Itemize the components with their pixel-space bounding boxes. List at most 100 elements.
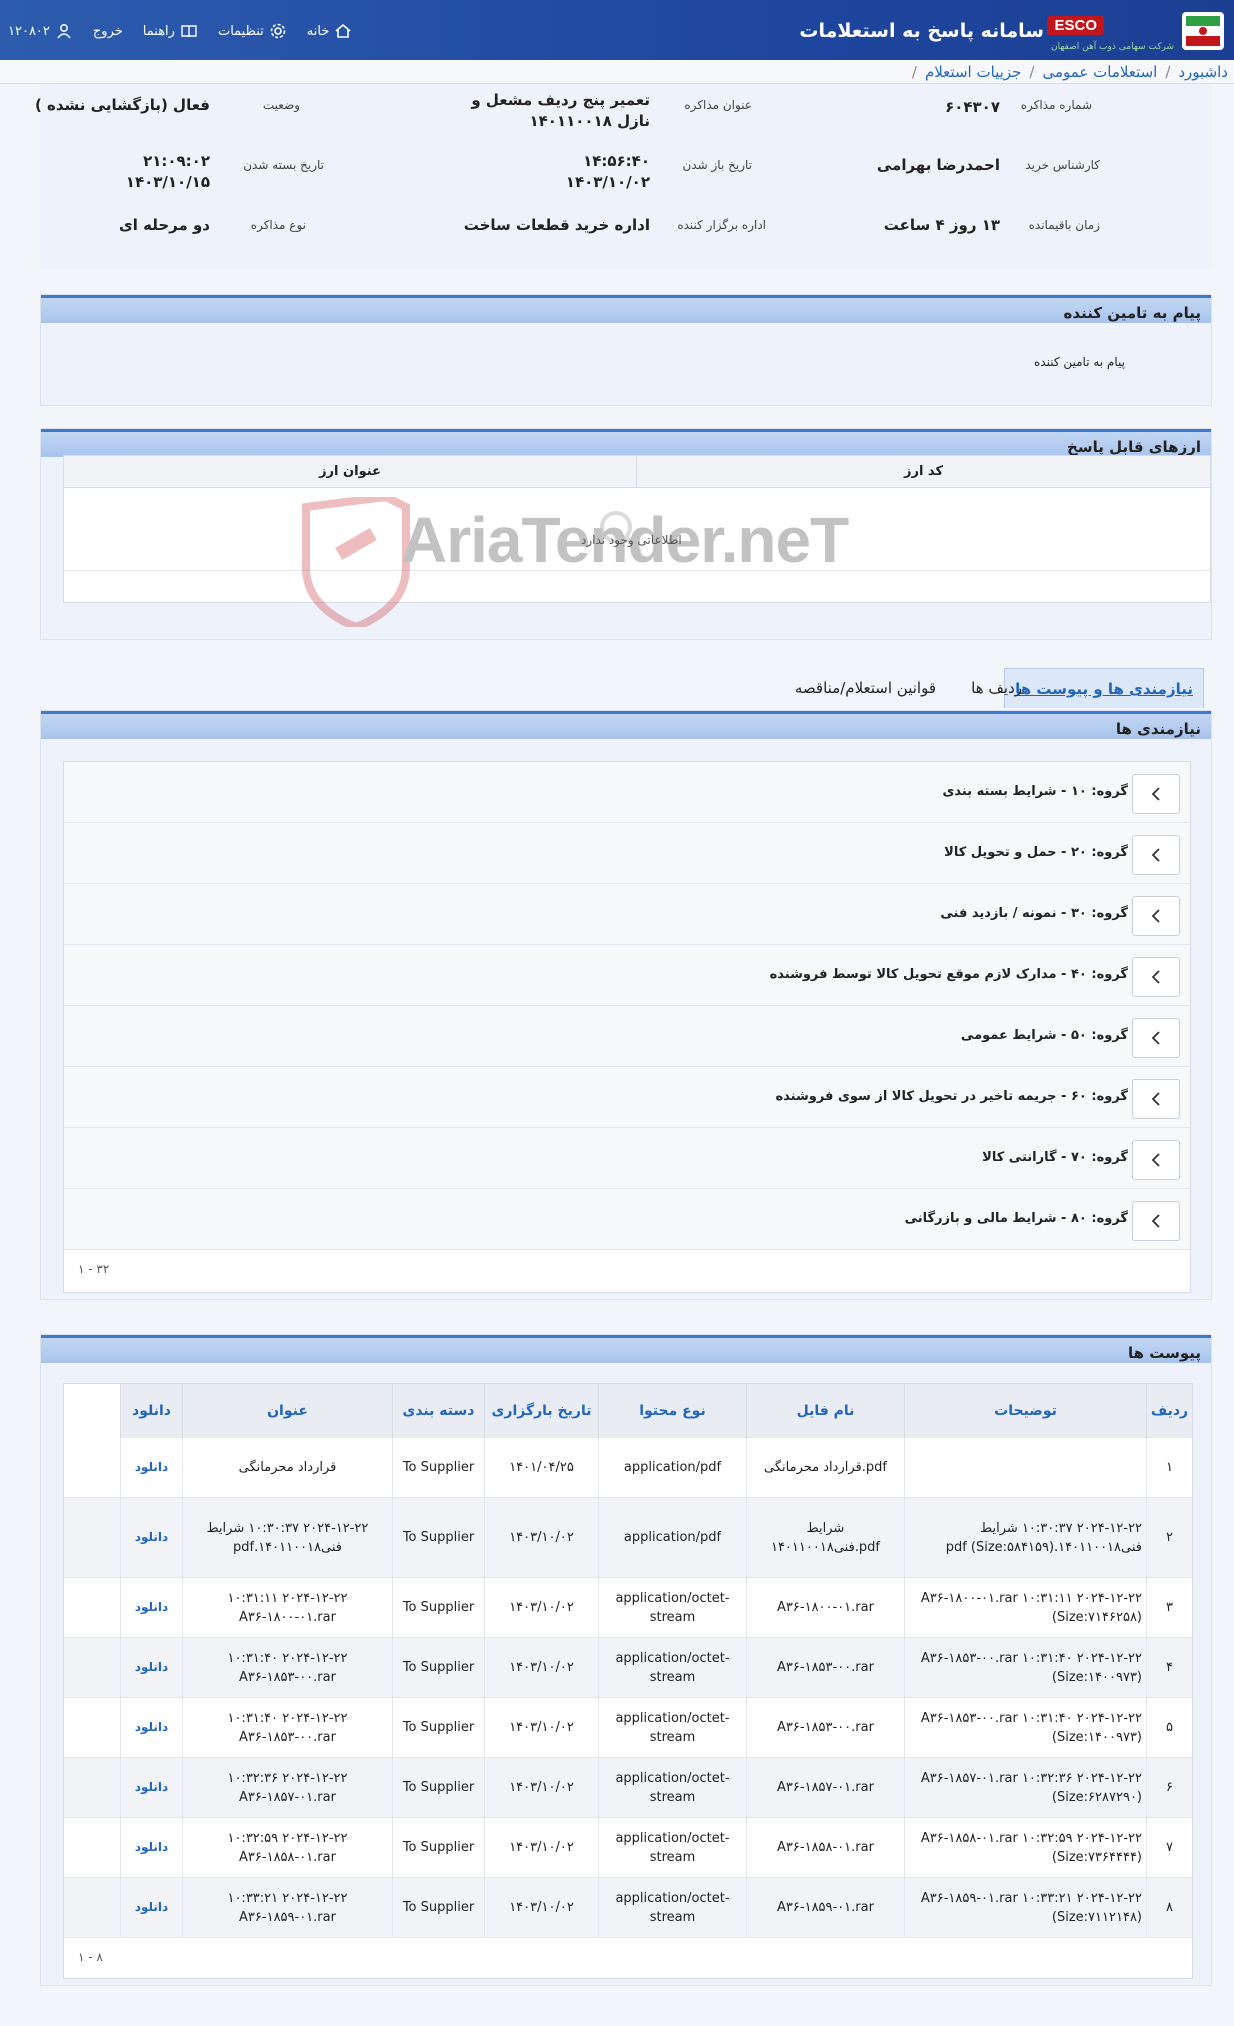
gear-icon [270, 23, 286, 39]
download-link[interactable]: دانلود [135, 1598, 168, 1617]
expand-group-button[interactable] [1132, 835, 1180, 875]
tab-needs-attachments[interactable]: نیازمندی ها و پیوست ها [1004, 668, 1204, 708]
col-row-header[interactable]: ردیف [1146, 1384, 1192, 1438]
user-id-label: ۱۲۰۸۰۲ [8, 23, 50, 39]
group-label: گروه: ۵۰ - شرایط عمومی [960, 1028, 1128, 1043]
download-cell: دانلود [120, 1818, 182, 1877]
category-cell: To Supplier [402, 1600, 475, 1615]
nav-settings-label: تنظیمات [217, 23, 264, 39]
filename-cell: شرایط فنی۱۴۰۱۱۰۰۱۸.pdf [770, 1520, 881, 1555]
remaining-value: ۱۳ روز ۴ ساعت [883, 216, 1000, 234]
category-cell: To Supplier [392, 1438, 484, 1497]
category-cell: To Supplier [402, 1460, 475, 1475]
category-cell: To Supplier [402, 1780, 475, 1795]
chevron-left-icon [1151, 909, 1160, 923]
currency-code-header[interactable]: کد ارز [636, 456, 1210, 488]
attachment-row: ۳ ۲۰۲۴-۱۲-۲۲ ۱۰:۳۱:۱۱ A۳۶-۱۸۰۰-۰۱.rar (Si… [64, 1578, 1192, 1638]
nav-logout[interactable]: خروج [93, 22, 123, 40]
title-cell: ۲۰۲۴-۱۲-۲۲ ۱۰:۳۲:۵۹ A۳۶-۱۸۵۸-۰۱.rar [182, 1818, 392, 1877]
breadcrumb-separator: / [911, 62, 917, 81]
needs-group-row[interactable]: گروه: ۷۰ - گارانتی کالا [64, 1128, 1190, 1189]
download-link[interactable]: دانلود [135, 1898, 168, 1917]
content-type-cell: application/octet-stream [615, 1710, 730, 1745]
download-link[interactable]: دانلود [135, 1778, 168, 1797]
expand-group-button[interactable] [1132, 1079, 1180, 1119]
chevron-left-icon [1151, 848, 1160, 862]
needs-group-row[interactable]: گروه: ۶۰ - جریمه تاخیر در تحویل کالا از … [64, 1067, 1190, 1128]
group-label: گروه: ۴۰ - مدارک لازم موقع تحویل کالا تو… [769, 967, 1128, 982]
breadcrumb-dashboard[interactable]: داشبورد [1178, 63, 1228, 81]
col-content-type-header[interactable]: نوع محتوا [598, 1384, 746, 1438]
no-data-message: اطلاعاتی وجود ندارد [581, 533, 682, 547]
needs-group-row[interactable]: گروه: ۵۰ - شرایط عمومی [64, 1006, 1190, 1067]
download-link[interactable]: دانلود [135, 1658, 168, 1677]
title-cell: ۲۰۲۴-۱۲-۲۲ ۱۰:۳۳:۲۱ A۳۶-۱۸۵۹-۰۱.rar [182, 1878, 392, 1937]
organizer-value: اداره خرید قطعات ساخت [463, 216, 650, 234]
expand-group-button[interactable] [1132, 774, 1180, 814]
row-number-cell: ۵ [1146, 1698, 1192, 1757]
download-link[interactable]: دانلود [135, 1718, 168, 1737]
nav-user[interactable]: ۱۲۰۸۰۲ [8, 22, 73, 40]
nav-home[interactable]: خانه [307, 22, 353, 40]
filename-cell: A۳۶-۱۸۵۷-۰۱.rar [746, 1758, 904, 1817]
row-number-cell: ۱ [1146, 1438, 1192, 1497]
content-type-cell: application/octet-stream [598, 1878, 746, 1937]
open-time: ۱۴:۵۶:۴۰ [583, 152, 650, 170]
expand-group-button[interactable] [1132, 1018, 1180, 1058]
tab-rows[interactable]: ردیف ها [961, 668, 1032, 708]
company-logo [1180, 8, 1226, 54]
content-type-cell: application/octet-stream [598, 1818, 746, 1877]
col-title-header[interactable]: عنوان [182, 1384, 392, 1438]
content-type-cell: application/pdf [623, 1460, 722, 1475]
row-number-cell: ۱ [1166, 1460, 1173, 1475]
filename-cell: A۳۶-۱۸۵۹-۰۱.rar [746, 1878, 904, 1937]
needs-group-row[interactable]: گروه: ۸۰ - شرایط مالی و بازرگانی [64, 1189, 1190, 1250]
nav-settings[interactable]: تنظیمات [218, 22, 287, 40]
description-cell: ۲۰۲۴-۱۲-۲۲ ۱۰:۳۳:۲۱ A۳۶-۱۸۵۹-۰۱.rar (Siz… [920, 1890, 1142, 1925]
title-cell: ۲۰۲۴-۱۲-۲۲ ۱۰:۳۱:۴۰ A۳۶-۱۸۵۳-۰۰.rar [182, 1698, 392, 1757]
row-number-cell: ۶ [1166, 1780, 1173, 1795]
expand-group-button[interactable] [1132, 1140, 1180, 1180]
col-upload-date-header[interactable]: تاریخ بارگزاری [484, 1384, 598, 1438]
col-category-header[interactable]: دسته بندی [392, 1384, 484, 1438]
currency-title-header[interactable]: عنوان ارز [64, 456, 636, 488]
col-filename-header[interactable]: نام فایل [746, 1384, 904, 1438]
col-description-header[interactable]: توضیحات [904, 1384, 1146, 1438]
col-download-header[interactable]: دانلود [120, 1384, 182, 1438]
content-type-cell: application/octet-stream [598, 1698, 746, 1757]
breadcrumb-inquiry-details[interactable]: جزییات استعلام [925, 63, 1021, 81]
tab-rules[interactable]: قوانین استعلام/مناقصه [785, 668, 946, 708]
nav-home-label: خانه [306, 23, 330, 39]
title-cell: ۲۰۲۴-۱۲-۲۲ ۱۰:۳۱:۱۱ A۳۶-۱۸۰۰-۰۱.rar [227, 1590, 348, 1625]
download-link[interactable]: دانلود [135, 1838, 168, 1857]
download-link[interactable]: دانلود [135, 1458, 168, 1477]
content-type-cell: application/pdf [598, 1498, 746, 1577]
book-icon [181, 25, 197, 38]
close-date: ۱۴۰۳/۱۰/۱۵ [125, 173, 210, 191]
expand-group-button[interactable] [1132, 896, 1180, 936]
download-cell: دانلود [120, 1638, 182, 1697]
attachments-table: ردیف توضیحات نام فایل نوع محتوا تاریخ با… [63, 1383, 1193, 1979]
expand-group-button[interactable] [1132, 957, 1180, 997]
expand-group-button[interactable] [1132, 1201, 1180, 1241]
needs-group-row[interactable]: گروه: ۴۰ - مدارک لازم موقع تحویل کالا تو… [64, 945, 1190, 1006]
group-label: گروه: ۲۰ - حمل و تحویل کالا [944, 845, 1128, 860]
chevron-left-icon [1151, 1092, 1160, 1106]
content-type-cell: application/octet-stream [598, 1578, 746, 1637]
group-label: گروه: ۳۰ - نمونه / بازدید فنی [940, 906, 1128, 921]
description-cell: ۲۰۲۴-۱۲-۲۲ ۱۰:۳۰:۳۷ شرایط فنی۱۴۰۱۱۰۰۱۸.p… [904, 1498, 1146, 1577]
needs-group-row[interactable]: گروه: ۲۰ - حمل و تحویل کالا [64, 823, 1190, 884]
category-cell: To Supplier [392, 1758, 484, 1817]
nav-help[interactable]: راهنما [143, 22, 198, 40]
negotiation-number-label: شماره مذاکره [1020, 98, 1092, 112]
chevron-left-icon [1151, 1031, 1160, 1045]
needs-card: نیازمندی ها گروه: ۱۰ - شرایط بسته بندی گ… [40, 710, 1212, 1300]
upload-date-cell: ۱۴۰۱/۰۴/۲۵ [484, 1438, 598, 1497]
description-cell: ۲۰۲۴-۱۲-۲۲ ۱۰:۳۱:۴۰ A۳۶-۱۸۵۳-۰۰.rar (Siz… [904, 1638, 1146, 1697]
needs-group-row[interactable]: گروه: ۱۰ - شرایط بسته بندی [64, 762, 1190, 823]
needs-group-row[interactable]: گروه: ۳۰ - نمونه / بازدید فنی [64, 884, 1190, 945]
filename-cell: A۳۶-۱۸۵۳-۰۰.rar [746, 1698, 904, 1757]
download-link[interactable]: دانلود [135, 1528, 168, 1547]
breadcrumb-public-inquiries[interactable]: استعلامات عمومی [1042, 63, 1157, 81]
breadcrumb: داشبورد / استعلامات عمومی / جزییات استعل… [0, 60, 1234, 84]
